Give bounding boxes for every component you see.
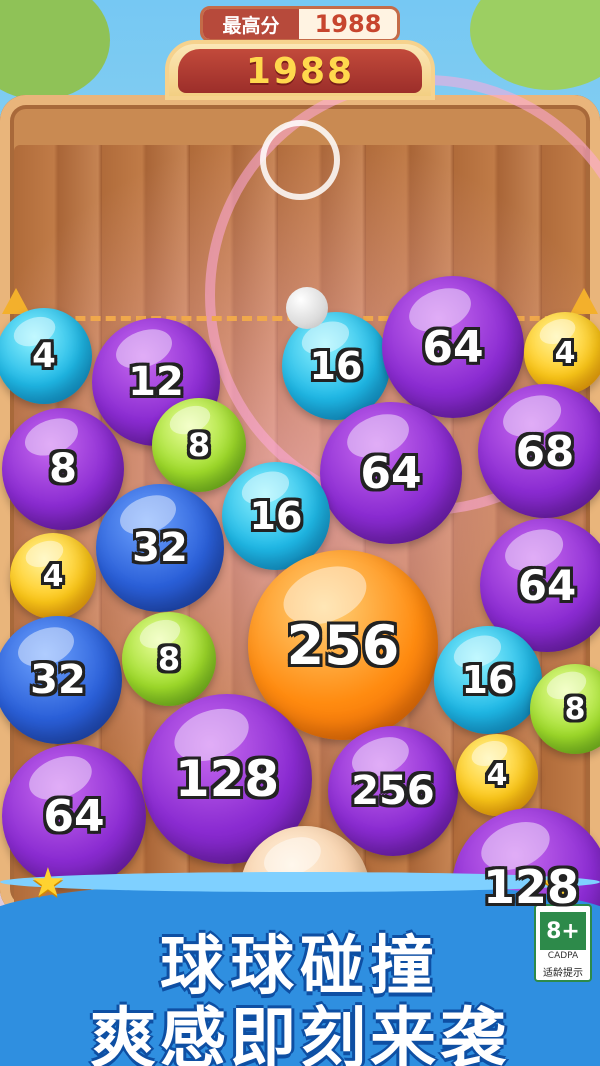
warning-icon bbox=[2, 288, 30, 314]
age-rating-value: 8+ bbox=[540, 912, 586, 950]
launcher-ring[interactable] bbox=[260, 120, 340, 200]
number-ball: 16 bbox=[434, 626, 542, 734]
number-ball: 32 bbox=[96, 484, 224, 612]
number-ball: 4 bbox=[0, 308, 92, 404]
promo-subheadline: 爽感即刻来袭 bbox=[90, 1000, 510, 1066]
number-ball: 256 bbox=[328, 726, 458, 856]
number-ball: 64 bbox=[382, 276, 524, 418]
age-rating-tip: 适龄提示 bbox=[543, 968, 583, 979]
current-score: 1988 bbox=[178, 49, 422, 93]
number-ball: 4 bbox=[524, 312, 600, 394]
best-score-panel: 最高分 1988 bbox=[200, 6, 400, 42]
number-ball: 8 bbox=[152, 398, 246, 492]
shooter-ball[interactable] bbox=[286, 287, 328, 329]
game-screen: 最高分 1988 1988 4 12 16 64 4 8 8 64 68 16 … bbox=[0, 0, 600, 1066]
star-icon: ★ bbox=[30, 860, 66, 906]
number-ball: 4 bbox=[10, 533, 96, 619]
warning-icon bbox=[570, 288, 598, 314]
age-rating-badge: 8+ CADPA 适龄提示 bbox=[534, 904, 592, 982]
number-ball: 32 bbox=[0, 616, 122, 744]
number-ball: 8 bbox=[122, 612, 216, 706]
number-ball: 4 bbox=[456, 734, 538, 816]
best-score-value: 1988 bbox=[314, 10, 382, 38]
best-score-label: 最高分 bbox=[203, 9, 299, 39]
number-ball: 64 bbox=[2, 744, 146, 888]
age-rating-org: CADPA bbox=[547, 951, 579, 961]
number-ball: 68 bbox=[478, 384, 600, 518]
number-ball: 64 bbox=[320, 402, 462, 544]
